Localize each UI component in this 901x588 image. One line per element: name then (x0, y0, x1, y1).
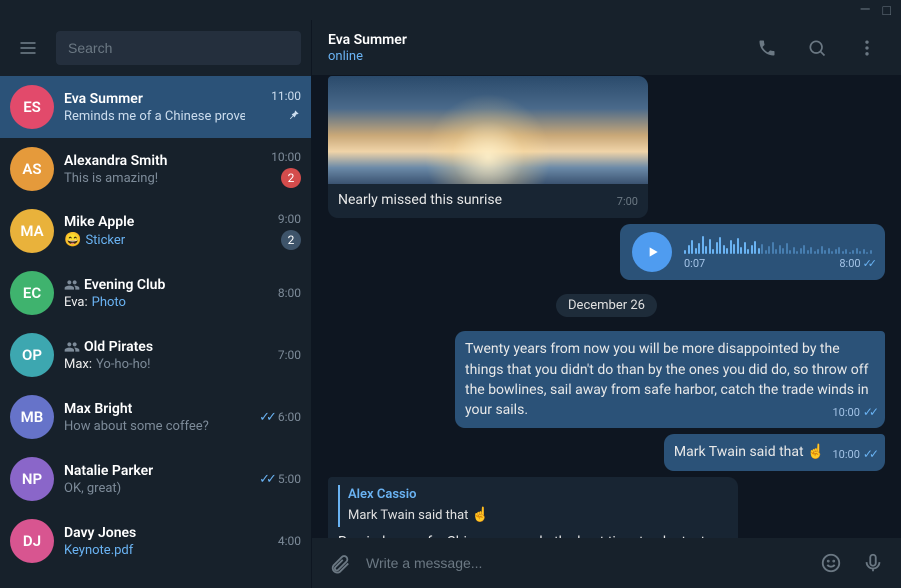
pointing-up-icon: ☝️ (807, 444, 824, 460)
voice-waveform[interactable] (684, 234, 873, 254)
chat-name: Mike Apple (64, 214, 134, 230)
chat-time: 11:00 (271, 89, 301, 103)
avatar: ES (10, 85, 54, 129)
avatar: NP (10, 457, 54, 501)
chat-time: 5:00 (278, 472, 301, 486)
message-photo[interactable]: Nearly missed this sunrise 7:00 (328, 76, 648, 218)
avatar: OP (10, 333, 54, 377)
chat-list-item[interactable]: DJ Davy Jones Keynote.pdf 4:00 (0, 510, 311, 572)
pointing-up-icon: ☝️ (468, 507, 489, 523)
message-text[interactable]: Twenty years from now you will be more d… (455, 331, 885, 428)
chat-list-item[interactable]: MA Mike Apple 😄Sticker 9:00 2 (0, 200, 311, 262)
chat-name: Old Pirates (84, 339, 153, 355)
message-time: 10:00 (832, 448, 859, 461)
chat-time: 6:00 (278, 410, 301, 424)
read-ticks-icon: ✓✓ (259, 472, 273, 487)
chat-time: 8:00 (278, 286, 301, 300)
message-body: Mark Twain said that (674, 444, 804, 460)
chat-list-item[interactable]: AS Alexandra Smith This is amazing! 10:00 2 (0, 138, 311, 200)
chat-time: 4:00 (278, 534, 301, 548)
photo-caption-text: Nearly missed this sunrise (338, 190, 502, 210)
messages[interactable]: Nearly missed this sunrise 7:00 (312, 76, 901, 538)
emoji-button[interactable] (815, 547, 847, 579)
message-text[interactable]: Mark Twain said that ☝️ 10:00 ✓✓ (664, 434, 885, 470)
more-button[interactable] (849, 30, 885, 66)
message-time: 7:00 (617, 194, 638, 210)
message-time: 10:00 (832, 406, 859, 419)
avatar: DJ (10, 519, 54, 563)
chat-preview: How about some coffee? (64, 419, 245, 434)
chat-list-item[interactable]: OP Old Pirates Max: Yo-ho-ho! 7:00 (0, 324, 311, 386)
message-body: Twenty years from now you will be more d… (465, 341, 869, 418)
maximize-button[interactable]: □ (883, 2, 891, 19)
chat-name: Alexandra Smith (64, 153, 167, 169)
chat-preview: Eva: Photo (64, 295, 245, 310)
read-ticks-icon: ✓✓ (259, 410, 273, 425)
group-icon (64, 277, 80, 293)
message-input[interactable] (366, 555, 805, 571)
reply-author: Alex Cassio (348, 486, 728, 505)
chat-list-item[interactable]: MB Max Bright How about some coffee? ✓✓ 6:00 (0, 386, 311, 448)
chat-name: Natalie Parker (64, 463, 153, 479)
call-button[interactable] (749, 30, 785, 66)
reply-quote[interactable]: Alex Cassio Mark Twain said that ☝️ (338, 485, 728, 528)
group-icon (64, 339, 80, 355)
chat-name: Eva Summer (64, 91, 143, 107)
chat-time: 7:00 (278, 348, 301, 362)
chat-header: Eva Summer online (312, 20, 901, 76)
chat-name: Evening Club (84, 277, 165, 293)
minimize-button[interactable]: — (860, 2, 871, 18)
reply-quoted-text: Mark Twain said that (348, 508, 468, 523)
chat-list-item[interactable]: ES Eva Summer Reminds me of a Chinese prov… (0, 76, 311, 138)
avatar: EC (10, 271, 54, 315)
chat-preview: This is amazing! (64, 171, 245, 186)
chat-preview: Max: Yo-ho-ho! (64, 357, 245, 372)
chat-title[interactable]: Eva Summer (328, 32, 735, 48)
play-button[interactable] (632, 232, 672, 272)
chat-preview: OK, great) (64, 481, 245, 496)
sidebar: ES Eva Summer Reminds me of a Chinese prov… (0, 20, 312, 588)
read-ticks-icon: ✓✓ (863, 257, 873, 270)
message-reply[interactable]: Alex Cassio Mark Twain said that ☝️ Remi… (328, 477, 738, 538)
message-voice[interactable]: 0:07 8:00✓✓ (620, 224, 885, 280)
search-input[interactable] (68, 40, 289, 56)
attach-button[interactable] (324, 547, 356, 579)
chat-preview: Keynote.pdf (64, 543, 245, 558)
chat-list-item[interactable]: NP Natalie Parker OK, great) ✓✓ 5:00 (0, 448, 311, 510)
read-ticks-icon: ✓✓ (863, 405, 875, 419)
message-time: 8:00 (839, 257, 860, 270)
chat-name: Max Bright (64, 401, 132, 417)
chat-preview: 😄Sticker (64, 232, 245, 248)
chat-time: 10:00 (271, 150, 301, 164)
avatar: AS (10, 147, 54, 191)
read-ticks-icon: ✓✓ (863, 447, 875, 461)
conversation-pane: Eva Summer online (312, 20, 901, 588)
chat-name: Davy Jones (64, 525, 136, 541)
avatar: MA (10, 209, 54, 253)
unread-badge: 2 (281, 168, 301, 188)
search-in-chat-button[interactable] (799, 30, 835, 66)
date-separator: December 26 (556, 294, 657, 317)
voice-elapsed: 0:07 (684, 257, 705, 270)
chat-list-item[interactable]: EC Evening Club Eva: Photo 8:00 (0, 262, 311, 324)
pin-icon (287, 107, 301, 126)
composer (312, 538, 901, 588)
chat-preview: Reminds me of a Chinese proverb… (64, 109, 245, 124)
chat-time: 9:00 (278, 212, 301, 226)
avatar: MB (10, 395, 54, 439)
menu-button[interactable] (10, 30, 46, 66)
chat-list[interactable]: ES Eva Summer Reminds me of a Chinese prov… (0, 76, 311, 588)
search-box[interactable] (56, 31, 301, 65)
photo-thumbnail[interactable] (328, 76, 648, 184)
unread-badge: 2 (281, 230, 301, 250)
chat-status: online (328, 49, 735, 64)
titlebar: — □ (0, 0, 901, 20)
message-body: Reminds me of a Chinese proverb: the bes… (338, 534, 725, 538)
voice-record-button[interactable] (857, 547, 889, 579)
